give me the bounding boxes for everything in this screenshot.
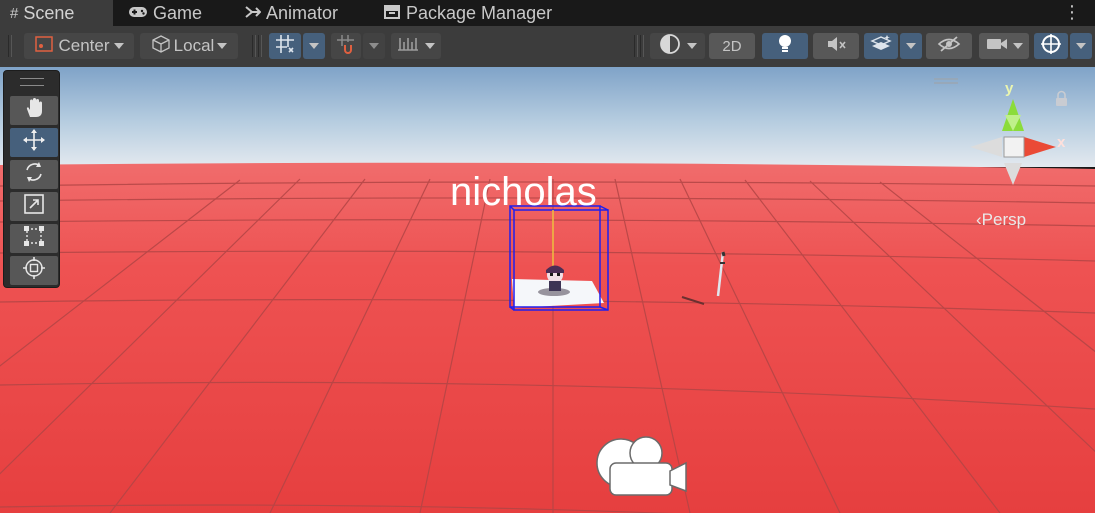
- gizmo-center-cube[interactable]: [1003, 136, 1025, 158]
- ground-plane: [0, 162, 1095, 513]
- cube-icon: [151, 34, 171, 59]
- gamepad-icon: [128, 3, 148, 24]
- tab-scene-label: Scene: [23, 2, 75, 23]
- rotate-icon: [23, 161, 45, 188]
- layers-effects-icon: [870, 34, 892, 59]
- tab-animator-label: Animator: [266, 2, 339, 23]
- move-tool-button[interactable]: [10, 128, 58, 157]
- audio-toggle[interactable]: [813, 33, 859, 59]
- projection-toggle[interactable]: ‹Persp: [976, 210, 1026, 230]
- space-local-dropdown[interactable]: Local: [140, 33, 238, 59]
- chevron-down-icon: [369, 43, 379, 49]
- eye-hidden-icon: [937, 35, 961, 58]
- effects-toggle[interactable]: [864, 33, 898, 59]
- tools-overlay-panel: [3, 70, 60, 288]
- tab-game-label: Game: [153, 2, 203, 23]
- lightbulb-icon: [776, 33, 794, 60]
- projection-label: Persp: [981, 210, 1027, 229]
- scene-lighting-toggle[interactable]: [762, 33, 808, 59]
- toolbar-grip: [8, 35, 12, 57]
- transform-all-icon: [22, 256, 46, 285]
- toolbar-separator: [634, 35, 638, 57]
- chevron-down-icon: [113, 43, 124, 49]
- chevron-down-icon: [217, 43, 228, 49]
- scale-icon: [23, 193, 45, 220]
- scene-render: [0, 67, 1095, 513]
- snap-magnet-icon: [336, 34, 356, 59]
- gizmos-toggle[interactable]: [1034, 33, 1068, 59]
- 2d-mode-toggle[interactable]: 2D: [709, 33, 755, 59]
- 2d-mode-label: 2D: [722, 37, 742, 55]
- scene-toolbar: Center Local 2D: [0, 26, 1095, 68]
- hand-icon: [23, 97, 45, 124]
- toolbar-separator: [640, 35, 644, 57]
- chevron-down-icon: [1012, 43, 1023, 49]
- rotate-tool-button[interactable]: [10, 160, 58, 189]
- chevron-down-icon: [425, 43, 435, 49]
- toolbar-separator: [258, 35, 262, 57]
- rect-transform-icon: [23, 225, 45, 252]
- hand-tool-button[interactable]: [10, 96, 58, 125]
- pivot-center-label: Center: [58, 36, 110, 55]
- draw-mode-dropdown[interactable]: [650, 33, 705, 59]
- video-camera-icon: [986, 36, 1008, 57]
- pivot-icon: [34, 35, 54, 58]
- effects-dropdown[interactable]: [900, 33, 922, 59]
- chevron-down-icon: [906, 43, 916, 49]
- hash-icon: #: [10, 4, 19, 22]
- tab-scene[interactable]: # Scene: [0, 0, 113, 26]
- audio-muted-icon: [825, 35, 847, 58]
- gizmo-x-label: x: [1057, 134, 1066, 151]
- camera-settings-dropdown[interactable]: [979, 33, 1029, 59]
- chevron-down-icon: [1076, 43, 1086, 49]
- ruler-snap-dropdown[interactable]: [391, 33, 441, 59]
- gizmo-y-label: y: [1005, 80, 1014, 97]
- chevron-down-icon: [309, 43, 319, 49]
- rect-tool-button[interactable]: [10, 224, 58, 253]
- tab-package-manager-label: Package Manager: [406, 2, 553, 23]
- panel-drag-handle[interactable]: [20, 78, 44, 86]
- space-local-label: Local: [173, 36, 215, 55]
- transform-tool-button[interactable]: [10, 256, 58, 285]
- tab-package-manager[interactable]: Package Manager: [383, 0, 552, 26]
- pivot-center-dropdown[interactable]: Center: [24, 33, 134, 59]
- animator-icon: [245, 3, 262, 24]
- increment-snap-dropdown[interactable]: [363, 33, 385, 59]
- scene-visibility-toggle[interactable]: [926, 33, 972, 59]
- move-arrows-icon: [22, 128, 46, 157]
- shading-mode-icon: [659, 33, 681, 60]
- scale-tool-button[interactable]: [10, 192, 58, 221]
- grid-snapping-toggle[interactable]: [269, 33, 301, 59]
- sky: [0, 67, 1095, 167]
- tab-game[interactable]: Game: [128, 0, 202, 26]
- tab-animator[interactable]: Animator: [245, 0, 338, 26]
- game-object-name-label: nicholas: [450, 170, 597, 214]
- grid-snapping-dropdown[interactable]: [303, 33, 325, 59]
- more-menu-icon[interactable]: ⋮: [1063, 2, 1081, 23]
- toolbar-separator: [252, 35, 256, 57]
- increment-snap-toggle[interactable]: [331, 33, 361, 59]
- ruler-icon: [397, 35, 419, 58]
- grid-snap-icon: [275, 34, 295, 59]
- tab-bar: # Scene Game Animator Package Manager ⋮: [0, 0, 1095, 26]
- gizmos-dropdown[interactable]: [1070, 33, 1092, 59]
- chevron-down-icon: [686, 43, 697, 49]
- package-icon: [383, 3, 401, 24]
- scene-viewport[interactable]: nicholas y x ‹Persp: [0, 67, 1095, 513]
- gizmo-globe-icon: [1040, 33, 1062, 60]
